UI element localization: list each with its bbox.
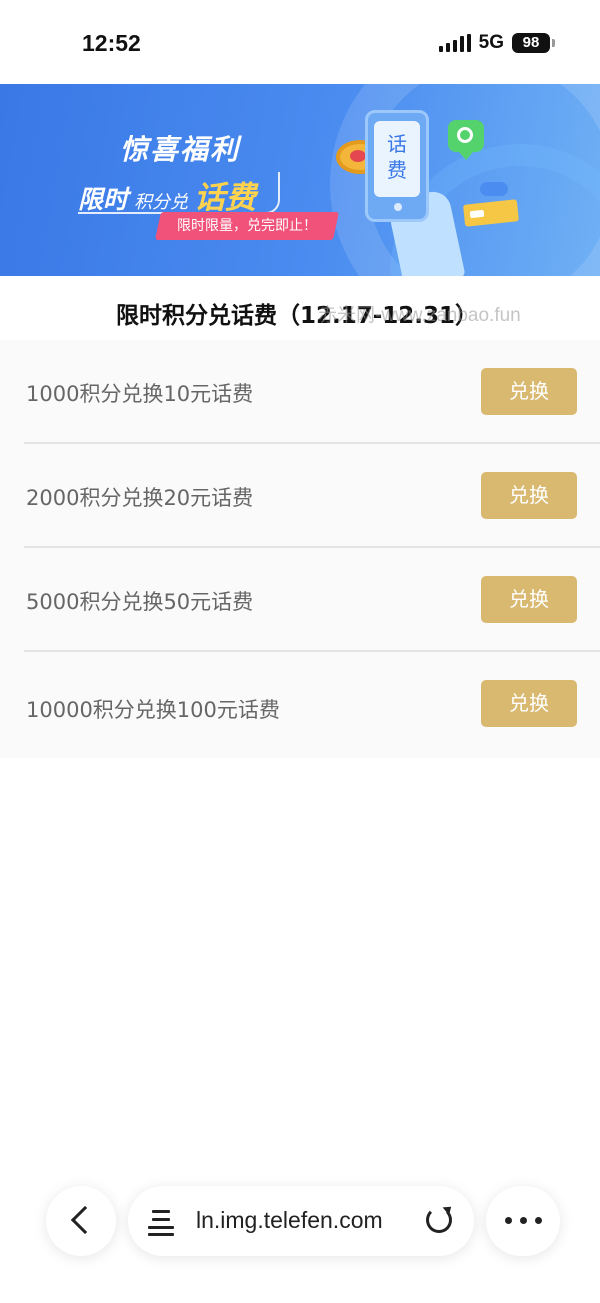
exchange-button[interactable]: 兑换 (481, 368, 577, 415)
offer-row: 5000积分兑换50元话费 兑换 (24, 548, 600, 652)
banner-subtitle: 限时 积分兑 话费 (78, 172, 281, 216)
offer-label: 5000积分兑换50元话费 (26, 590, 254, 614)
offer-list: 1000积分兑换10元话费 兑换 2000积分兑换20元话费 兑换 5000积分… (0, 340, 600, 758)
page: 12:52 5G 98 惊喜福利 限时 积分兑 话费 限时限量，兑完即止！ 话 … (0, 0, 600, 1303)
phone-screen: 话 费 (374, 121, 420, 197)
battery-icon: 98 (512, 33, 555, 53)
offer-row: 2000积分兑换20元话费 兑换 (24, 444, 600, 548)
more-icon (505, 1217, 542, 1224)
address-bar[interactable]: ln.img.telefen.com (128, 1186, 474, 1256)
offer-row: 1000积分兑换10元话费 兑换 (24, 340, 600, 444)
exchange-button[interactable]: 兑换 (481, 576, 577, 623)
phone-text: 费 (387, 158, 407, 182)
offer-label: 1000积分兑换10元话费 (26, 382, 254, 406)
status-time: 12:52 (82, 30, 141, 56)
exchange-button[interactable]: 兑换 (481, 472, 577, 519)
banner-sub-accent: 话费 (194, 180, 257, 216)
watermark: 赤米网-www.zanbao.fun (318, 305, 521, 326)
chat-bubble-icon (448, 120, 484, 160)
offer-row: 10000积分兑换100元话费 兑换 (24, 652, 600, 756)
banner-tag-text: 限时限量，兑完即止！ (177, 218, 317, 234)
phone-icon: 话 费 (365, 110, 429, 222)
title-row: 限时积分兑话费（12.17-12.31） 赤米网-www.zanbao.fun (0, 290, 600, 336)
status-indicators: 5G 98 (438, 32, 555, 54)
banner-sub-strong: 限时 (78, 185, 129, 214)
browser-bottom-bar: ln.img.telefen.com (0, 1170, 600, 1280)
banner-tag: 限时限量，兑完即止！ (155, 212, 339, 240)
banner-sub-mid: 积分兑 (134, 192, 189, 213)
offer-label: 10000积分兑换100元话费 (26, 698, 280, 722)
exchange-button[interactable]: 兑换 (481, 680, 577, 727)
status-bar: 12:52 5G 98 (0, 0, 600, 84)
network-label: 5G (478, 32, 504, 53)
phone-text: 话 (387, 132, 407, 156)
cloud-icon (480, 182, 508, 196)
phone-home-button (394, 203, 402, 211)
reload-icon[interactable] (426, 1207, 452, 1233)
signal-icon (438, 34, 471, 52)
clock-icon (457, 127, 473, 143)
url-text[interactable]: ln.img.telefen.com (196, 1207, 383, 1234)
promo-banner[interactable]: 惊喜福利 限时 积分兑 话费 限时限量，兑完即止！ 话 费 (0, 84, 600, 276)
banner-headline: 惊喜福利 (120, 133, 241, 166)
more-button[interactable] (486, 1186, 560, 1256)
back-icon (70, 1205, 100, 1235)
offer-label: 2000积分兑换20元话费 (26, 486, 254, 510)
back-button[interactable] (46, 1186, 116, 1256)
reader-icon[interactable] (148, 1208, 176, 1236)
